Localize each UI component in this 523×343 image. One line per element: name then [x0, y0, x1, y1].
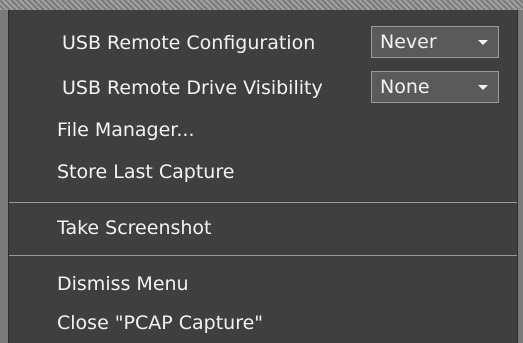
menu-separator	[9, 202, 517, 203]
usb-remote-configuration-value: Never	[380, 31, 437, 53]
context-menu: USB Remote Configuration Never USB Remot…	[8, 10, 518, 343]
background-pattern	[0, 0, 523, 10]
chevron-down-icon	[478, 85, 488, 90]
file-manager-label: File Manager...	[57, 119, 195, 141]
store-last-capture-label: Store Last Capture	[57, 161, 235, 183]
usb-remote-drive-visibility-label: USB Remote Drive Visibility	[62, 77, 323, 99]
take-screenshot-label: Take Screenshot	[57, 217, 212, 239]
usb-remote-drive-visibility-value: None	[380, 76, 430, 98]
menu-separator	[9, 255, 517, 256]
usb-remote-drive-visibility-select[interactable]: None	[371, 71, 499, 103]
pcap-capture-menu-page: USB Remote Configuration Never USB Remot…	[0, 0, 523, 343]
dismiss-menu-label: Dismiss Menu	[57, 273, 189, 295]
close-pcap-capture-label: Close "PCAP Capture"	[57, 312, 264, 334]
usb-remote-configuration-select[interactable]: Never	[371, 26, 499, 58]
usb-remote-configuration-label: USB Remote Configuration	[62, 32, 316, 54]
chevron-down-icon	[478, 40, 488, 45]
